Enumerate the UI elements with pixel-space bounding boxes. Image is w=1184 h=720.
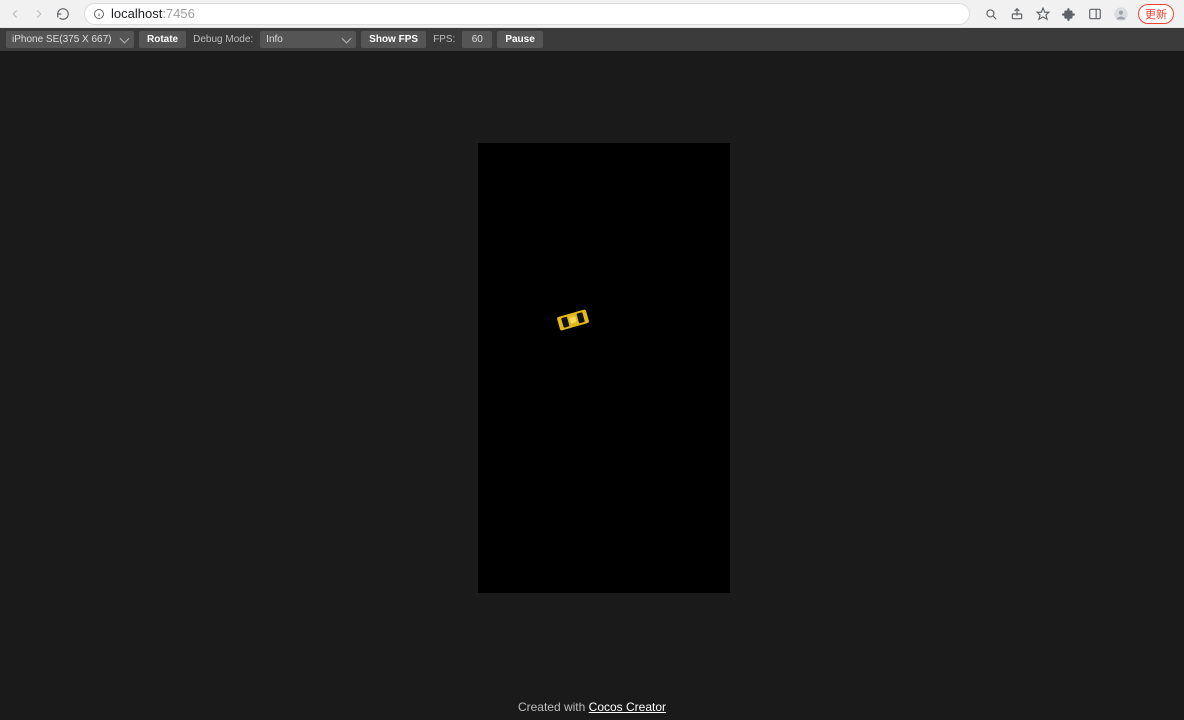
device-select[interactable]: iPhone SE(375 X 667) [6,31,134,48]
forward-icon[interactable] [30,5,48,23]
game-preview-canvas[interactable] [478,143,730,593]
fps-value: 60 [472,34,483,45]
search-in-page-icon[interactable] [982,5,1000,23]
address-bar[interactable]: localhost:7456 [84,3,970,25]
url-port: :7456 [162,6,195,21]
debug-mode-select[interactable]: Info [260,31,356,48]
reload-icon[interactable] [54,5,72,23]
bookmark-star-icon[interactable] [1034,5,1052,23]
fps-value-box[interactable]: 60 [462,31,492,48]
profile-avatar-icon[interactable] [1112,5,1130,23]
footer-prefix: Created with [518,700,589,714]
url-text: localhost:7456 [111,6,195,21]
browser-chrome: localhost:7456 更新 [0,0,1184,28]
device-select-value: iPhone SE(375 X 667) [12,34,112,45]
cocos-dev-toolbar: iPhone SE(375 X 667) Rotate Debug Mode: … [0,28,1184,51]
rotate-button[interactable]: Rotate [139,31,186,48]
footer-credit: Created with Cocos Creator [0,700,1184,714]
cocos-creator-link[interactable]: Cocos Creator [589,700,666,714]
debug-mode-label: Debug Mode: [191,34,255,45]
browser-right-icons: 更新 [982,4,1178,24]
debug-mode-value: Info [266,34,283,45]
show-fps-button[interactable]: Show FPS [361,31,426,48]
extensions-icon[interactable] [1060,5,1078,23]
pause-button[interactable]: Pause [497,31,542,48]
share-icon[interactable] [1008,5,1026,23]
fps-label: FPS: [431,34,457,45]
site-info-icon[interactable] [93,8,105,20]
car-sprite [557,309,590,331]
panel-icon[interactable] [1086,5,1104,23]
url-host: localhost [111,6,162,21]
preview-stage: Created with Cocos Creator [0,51,1184,720]
back-icon[interactable] [6,5,24,23]
update-chip[interactable]: 更新 [1138,4,1174,24]
